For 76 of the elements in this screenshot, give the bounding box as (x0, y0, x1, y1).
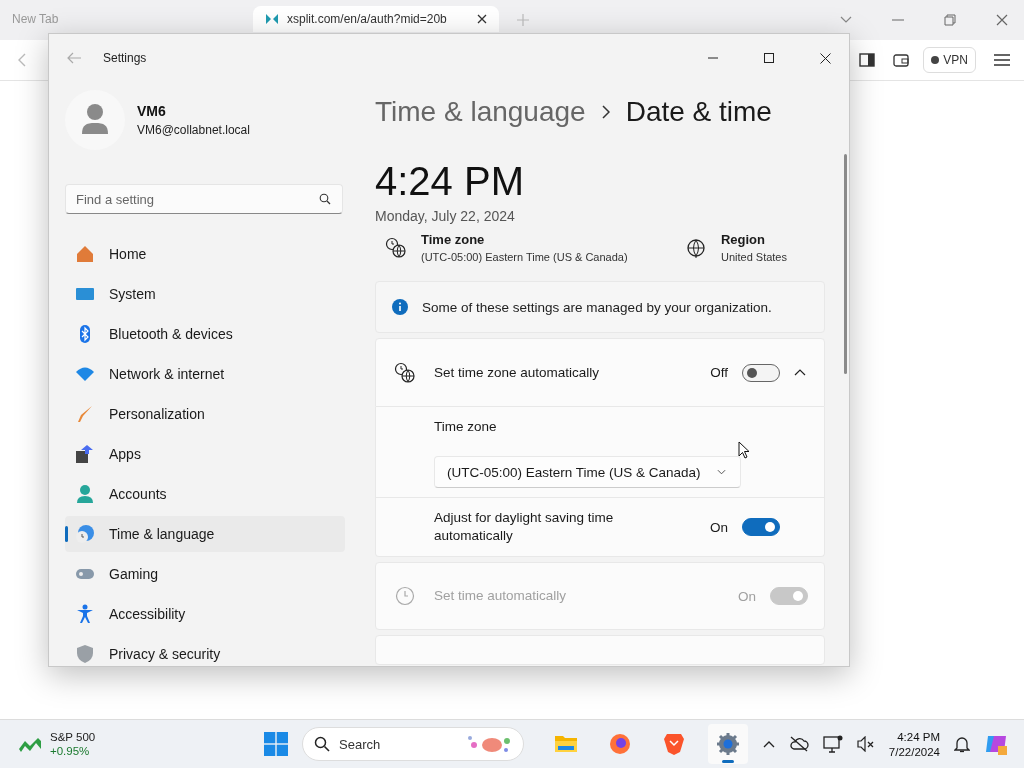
start-icon[interactable] (264, 732, 288, 757)
nav-icon (75, 444, 95, 464)
clock-globe-icon (394, 361, 416, 384)
bell-icon[interactable] (954, 735, 970, 754)
chevron-right-icon (601, 105, 610, 119)
nav-item[interactable]: Accessibility (65, 596, 345, 632)
stock-chart-icon[interactable] (18, 735, 42, 754)
user-email: VM6@collabnet.local (137, 123, 250, 137)
stock-name: S&P 500 (50, 731, 96, 744)
gear-icon (716, 732, 740, 757)
breadcrumb-link[interactable]: Time & language (375, 96, 586, 128)
nav-item[interactable]: Apps (65, 436, 345, 472)
taskbar-search-field[interactable]: Search (302, 727, 524, 762)
chevron-up-icon[interactable] (762, 740, 775, 748)
monitor-icon[interactable] (822, 735, 843, 754)
chevron-down-icon[interactable] (840, 16, 852, 24)
nav-item[interactable]: Personalization (65, 396, 345, 432)
nav-item[interactable]: Network & internet (65, 356, 345, 392)
maximize-icon[interactable] (764, 53, 774, 63)
close-icon[interactable] (820, 52, 831, 64)
nav-icon (75, 404, 95, 424)
cloud-off-icon[interactable] (788, 736, 809, 753)
nav-icon (75, 644, 95, 664)
nav-item[interactable]: Home (65, 236, 345, 272)
taskbar-clock[interactable]: 4:24 PM 7/22/2024 (888, 730, 940, 758)
chevron-down-icon (716, 469, 726, 475)
taskbar-app[interactable] (708, 724, 748, 765)
close-icon[interactable] (477, 14, 487, 24)
toggle-state: On (737, 588, 756, 604)
user-name: VM6 (137, 103, 167, 119)
nav-item[interactable]: System (65, 276, 345, 312)
summary-value: United States (720, 251, 787, 263)
settings-search-field[interactable]: Find a setting (65, 184, 343, 214)
nav-item[interactable]: Privacy & security (65, 636, 345, 666)
toggle-state: Off (710, 365, 728, 380)
setting-label: Time zone (434, 419, 497, 434)
vpn-button[interactable]: VPN (923, 47, 976, 73)
summary-label: Region (720, 232, 766, 247)
summary-label: Time zone (421, 232, 486, 247)
nav-item[interactable]: Bluetooth & devices (65, 316, 345, 352)
nav-icon (75, 484, 95, 504)
menu-icon[interactable] (994, 54, 1010, 66)
setting-label: Set time automatically (434, 587, 568, 605)
speaker-muted-icon[interactable] (856, 736, 875, 753)
wallet-icon[interactable] (893, 53, 910, 67)
page-title: Date & time (625, 96, 772, 128)
current-time: 4:24 PM (375, 158, 525, 204)
search-icon (319, 193, 331, 205)
nav-icon (75, 244, 95, 264)
current-date: Monday, July 22, 2024 (375, 208, 516, 224)
notice-text: Some of these settings are managed by your organization. (422, 299, 772, 315)
summary-value: (UTC-05:00) Eastern Time (US & Canada) (421, 251, 628, 263)
tab-favicon-icon (265, 12, 279, 26)
clock-icon (394, 586, 416, 606)
sidebar-icon[interactable] (859, 53, 876, 67)
nav-icon (75, 604, 95, 624)
nav-icon (75, 524, 95, 544)
setting-label: Adjust for daylight saving time automatically (434, 509, 615, 545)
clock-globe-icon (385, 236, 407, 259)
search-icon (314, 736, 330, 753)
restore-icon[interactable] (944, 14, 956, 26)
stock-change: +0.95% (50, 745, 91, 758)
nav-item[interactable]: Gaming (65, 556, 345, 592)
nav-item[interactable]: Accounts (65, 476, 345, 512)
mouse-cursor-icon (738, 441, 750, 459)
time-zone-dropdown[interactable]: (UTC-05:00) Eastern Time (US & Canada) (434, 456, 741, 488)
setting-label: Set time zone automatically (434, 363, 601, 382)
toggle-state: On (709, 519, 728, 535)
window-title: Settings (103, 51, 147, 65)
browser-tab[interactable]: xsplit.com/en/a/auth?mid=20b (253, 6, 499, 32)
globe-icon (684, 236, 707, 259)
info-icon (392, 299, 408, 315)
toggle-switch[interactable] (742, 363, 780, 382)
toggle-switch[interactable] (742, 518, 780, 536)
nav-item[interactable]: Time & language (65, 516, 345, 552)
chevron-up-icon[interactable] (794, 369, 806, 376)
